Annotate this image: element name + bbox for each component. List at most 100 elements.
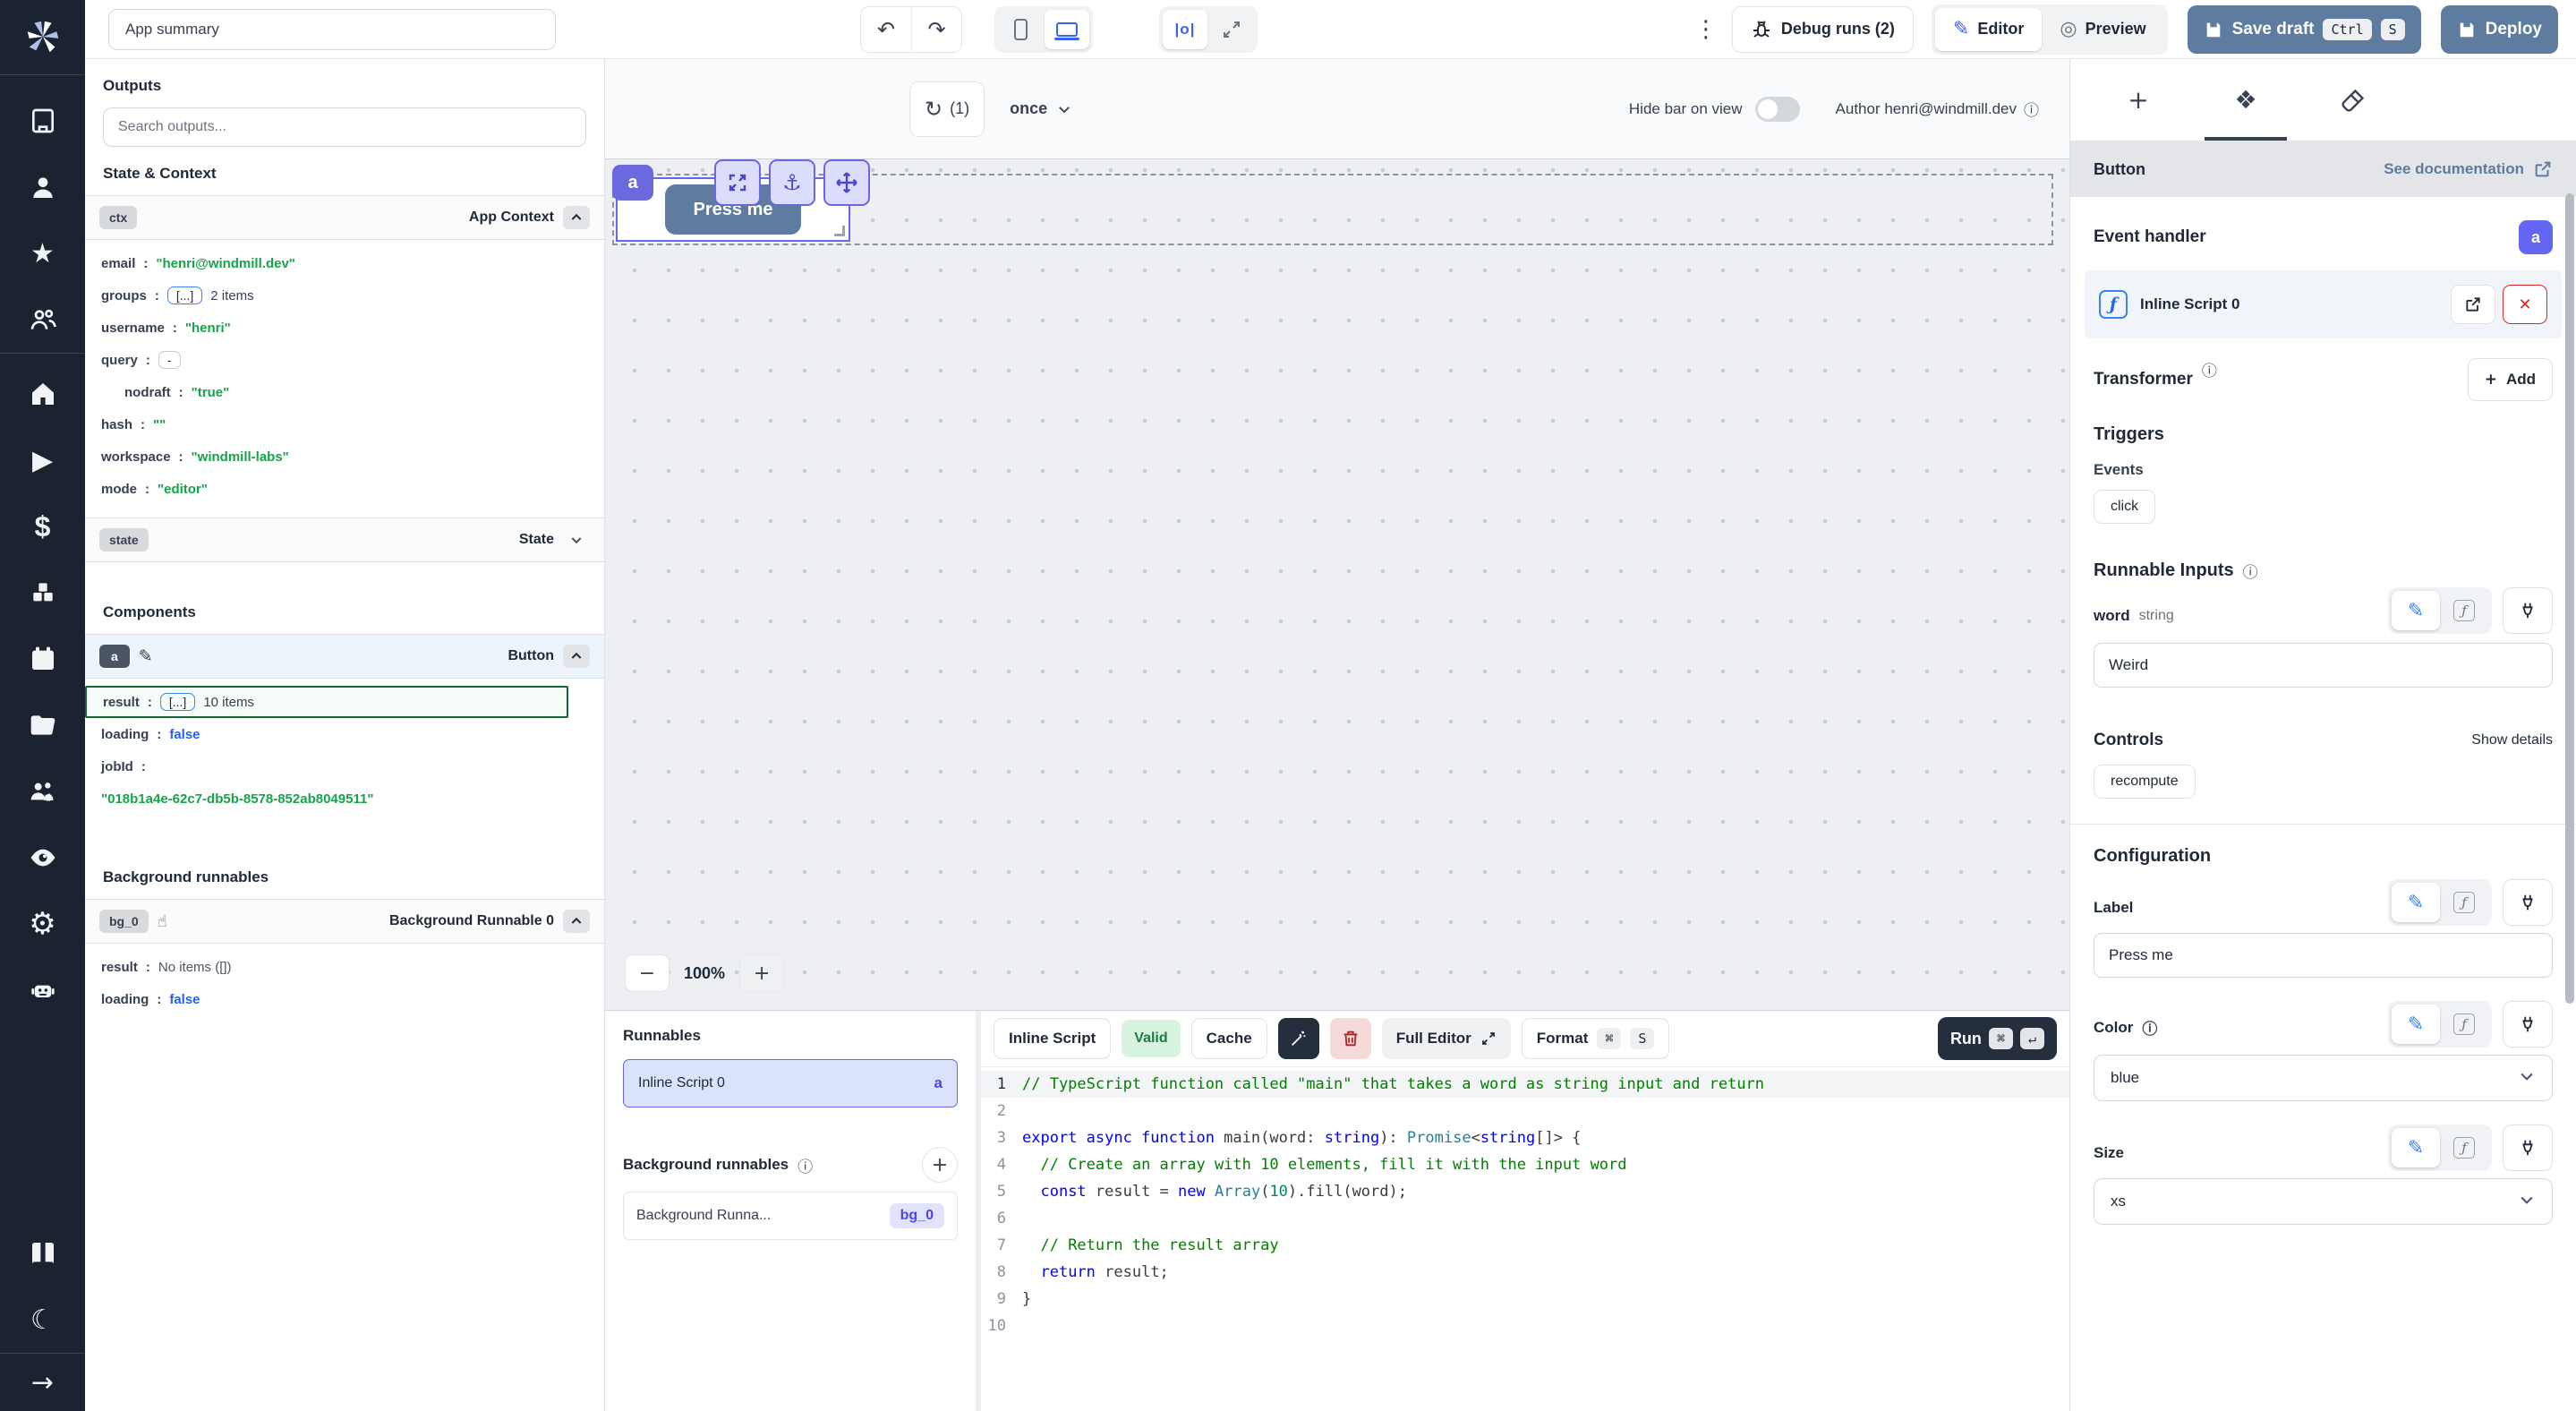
output-row[interactable]: loading:false <box>85 718 604 750</box>
docs-icon[interactable] <box>0 1220 85 1287</box>
bg-runnable-header[interactable]: bg_0 ☝ Background Runnable 0 <box>85 899 604 944</box>
selected-component-cell[interactable]: a ⚓ Press me <box>616 177 850 242</box>
collapse-ctx-button[interactable] <box>563 206 590 229</box>
ctx-section-header[interactable]: ctx App Context <box>85 195 604 240</box>
ai-assist-button[interactable] <box>1278 1018 1319 1059</box>
word-static-mode[interactable]: ✎ <box>2392 591 2440 630</box>
output-row[interactable]: mode:"editor" <box>85 473 604 505</box>
event-handler-script-row[interactable]: ƒ Inline Script 0 ✕ <box>2085 270 2562 338</box>
resources-icon[interactable] <box>0 560 85 626</box>
remove-script-button[interactable]: ✕ <box>2503 285 2547 324</box>
color-eval-mode[interactable]: ƒ <box>2440 1005 2488 1044</box>
output-row[interactable]: username:"henri" <box>85 312 604 344</box>
code-line[interactable]: 1// TypeScript function called "main" th… <box>981 1071 2069 1098</box>
tab-insert-component[interactable]: + <box>2085 59 2192 141</box>
component-a-header[interactable]: a ✎ Button <box>85 634 604 679</box>
bg-runnable-item[interactable]: Background Runna... bg_0 <box>623 1192 958 1240</box>
add-transformer-button[interactable]: +Add <box>2468 358 2553 401</box>
state-section-header[interactable]: state State <box>85 517 604 562</box>
hide-bar-toggle[interactable] <box>1755 97 1800 122</box>
workspace-icon[interactable] <box>0 88 85 154</box>
collapse-component-button[interactable] <box>563 645 590 668</box>
code-line[interactable]: 10 <box>981 1313 2069 1339</box>
groups-icon[interactable] <box>0 286 85 353</box>
schedule-dropdown[interactable]: once <box>1010 99 1072 118</box>
label-eval-mode[interactable]: ƒ <box>2440 883 2488 922</box>
word-value-input[interactable] <box>2094 643 2553 688</box>
full-editor-button[interactable]: Full Editor <box>1382 1018 1511 1059</box>
zoom-out-button[interactable]: − <box>625 954 670 992</box>
code-editor[interactable]: 1// TypeScript function called "main" th… <box>981 1066 2069 1411</box>
edit-id-icon[interactable]: ✎ <box>139 646 153 666</box>
run-button[interactable]: Run ⌘ ↵ <box>1938 1017 2057 1060</box>
output-row[interactable]: result:[...]10 items <box>85 686 568 718</box>
windmill-logo[interactable] <box>22 16 64 62</box>
size-eval-mode[interactable]: ƒ <box>2440 1128 2488 1167</box>
code-line[interactable]: 2 <box>981 1098 2069 1125</box>
ai-icon[interactable] <box>0 957 85 1023</box>
size-static-mode[interactable]: ✎ <box>2392 1128 2440 1167</box>
variables-icon[interactable]: $ <box>0 493 85 560</box>
show-details-link[interactable]: Show details <box>2471 732 2553 748</box>
runs-icon[interactable]: ▶ <box>0 427 85 493</box>
tab-preview[interactable]: ◎ Preview <box>2042 8 2163 51</box>
expand-state-button[interactable] <box>563 528 590 552</box>
open-script-button[interactable] <box>2451 285 2495 324</box>
favorites-icon[interactable]: ★ <box>0 220 85 286</box>
output-row[interactable]: workspace:"windmill-labs" <box>85 440 604 473</box>
size-select[interactable]: xs <box>2094 1178 2553 1225</box>
resize-handle[interactable] <box>834 226 845 236</box>
format-button[interactable]: Format ⌘ S <box>1522 1018 1670 1059</box>
collapse-bg-button[interactable] <box>563 910 590 933</box>
center-layout-button[interactable]: |o| <box>1163 10 1207 49</box>
click-event-pill[interactable]: click <box>2094 490 2155 524</box>
output-row[interactable]: nodraft:"true" <box>85 376 604 408</box>
redo-button[interactable]: ↷ <box>911 7 961 52</box>
label-value-input[interactable] <box>2094 933 2553 978</box>
dark-mode-icon[interactable]: ☾ <box>0 1287 85 1353</box>
app-summary-input[interactable] <box>108 9 556 50</box>
deploy-button[interactable]: Deploy <box>2441 5 2558 54</box>
schedules-icon[interactable] <box>0 626 85 692</box>
zoom-in-button[interactable]: + <box>739 954 784 992</box>
home-icon[interactable] <box>0 361 85 427</box>
see-documentation-link[interactable]: See documentation <box>2384 159 2553 179</box>
user-icon[interactable] <box>0 154 85 220</box>
tab-styling[interactable] <box>2299 59 2407 141</box>
fullwidth-layout-button[interactable] <box>1209 10 1254 49</box>
code-line[interactable]: 9} <box>981 1286 2069 1313</box>
code-line[interactable]: 4 // Create an array with 10 elements, f… <box>981 1151 2069 1178</box>
recompute-pill[interactable]: recompute <box>2094 765 2196 799</box>
output-row[interactable]: "018b1a4e-62c7-db5b-8578-852ab8049511" <box>85 782 604 815</box>
mobile-view-button[interactable] <box>998 10 1043 49</box>
workers-icon[interactable] <box>0 758 85 825</box>
tab-editor[interactable]: ✎ Editor <box>1935 8 2042 51</box>
word-eval-mode[interactable]: ƒ <box>2440 591 2488 630</box>
output-row[interactable]: result:No items ([]) <box>85 951 604 983</box>
panel-scrollbar[interactable] <box>2565 193 2574 1004</box>
desktop-view-button[interactable] <box>1045 10 1089 49</box>
more-menu-button[interactable]: ⋮ <box>1693 16 1719 43</box>
output-row[interactable]: email:"henri@windmill.dev" <box>85 247 604 279</box>
debug-runs-button[interactable]: Debug runs (2) <box>1732 6 1914 53</box>
code-line[interactable]: 6 <box>981 1205 2069 1232</box>
output-row[interactable]: groups:[...]2 items <box>85 279 604 312</box>
label-static-mode[interactable]: ✎ <box>2392 883 2440 922</box>
tab-component-settings[interactable]: ❖ <box>2192 59 2299 141</box>
code-line[interactable]: 7 // Return the result array <box>981 1232 2069 1259</box>
code-line[interactable]: 8 return result; <box>981 1259 2069 1286</box>
delete-script-button[interactable] <box>1330 1018 1371 1059</box>
code-line[interactable]: 3export async function main(word: string… <box>981 1125 2069 1151</box>
script-name-button[interactable]: Inline Script <box>994 1018 1111 1059</box>
color-select[interactable]: blue <box>2094 1055 2553 1101</box>
cache-button[interactable]: Cache <box>1191 1018 1267 1059</box>
output-row[interactable]: loading:false <box>85 983 604 1015</box>
word-connect-button[interactable] <box>2503 587 2553 634</box>
search-outputs-input[interactable] <box>103 107 586 147</box>
label-connect-button[interactable] <box>2503 879 2553 926</box>
refresh-button[interactable]: ↻ (1) <box>909 81 985 137</box>
output-row[interactable]: query:- <box>85 344 604 376</box>
anchor-handle[interactable]: ⚓ <box>769 159 815 206</box>
settings-icon[interactable]: ⚙ <box>0 891 85 957</box>
canvas-grid[interactable]: a ⚓ Press me <box>605 159 2069 1010</box>
